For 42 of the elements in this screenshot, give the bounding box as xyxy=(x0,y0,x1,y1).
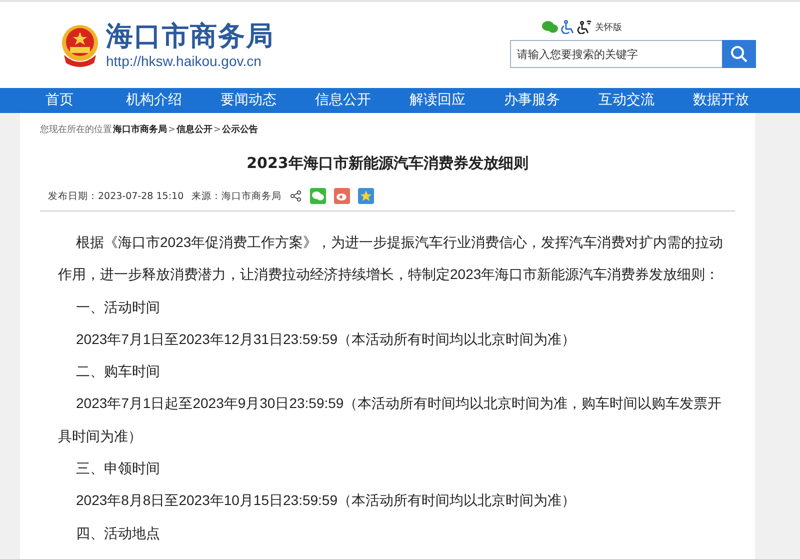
nav-link[interactable]: 信息公开 xyxy=(296,88,390,113)
wheelchair-icon[interactable] xyxy=(561,20,574,34)
chat-icon[interactable] xyxy=(542,21,558,33)
eye-logo-icon xyxy=(336,191,348,201)
wheelchair-sound-icon[interactable] xyxy=(577,20,592,34)
chat-icon xyxy=(312,191,324,201)
site-url: http://hksw.haikou.gov.cn xyxy=(106,53,262,69)
qzone-share-button[interactable] xyxy=(358,188,374,204)
article-paragraph: 四、活动地点 xyxy=(75,524,161,543)
nav-link[interactable]: 办事服务 xyxy=(484,88,579,113)
nav-link[interactable]: 互动交流 xyxy=(579,88,674,113)
national-emblem-icon xyxy=(60,23,100,67)
article-title: 2023年海口市新能源汽车消费券发放细则 xyxy=(246,154,530,173)
nav-link[interactable]: 首页 xyxy=(12,88,106,113)
nav-link[interactable]: 机构介绍 xyxy=(106,88,201,113)
article-paragraph: 二、购车时间 xyxy=(75,362,161,382)
nav-link[interactable]: 要闻动态 xyxy=(201,88,296,113)
nav-link[interactable]: 解读回应 xyxy=(390,88,484,113)
article-source: 来源：海口市商务局 xyxy=(192,190,282,202)
breadcrumb-link[interactable]: 海口市商务局 xyxy=(113,123,167,136)
site-name: 海口市商务局 xyxy=(106,21,274,53)
article-paragraph: 三、申领时间 xyxy=(75,459,161,478)
search-icon xyxy=(730,45,748,63)
weibo-share-button[interactable] xyxy=(334,188,350,204)
star-icon xyxy=(360,190,372,202)
breadcrumb-separator: > xyxy=(214,124,222,134)
article-paragraph: 2023年7月1日至2023年12月31日23:59:59（本活动所有时间均以北京时间为准） xyxy=(75,330,577,349)
search-field[interactable]: 请输入您要搜索的关键字 xyxy=(510,40,722,68)
article-paragraph: 2023年8月8日至2023年10月15日23:59:59（本活动所有时间均以北京时间为准） xyxy=(75,491,577,510)
care-mode-link[interactable]: 关怀版 xyxy=(595,20,622,34)
article-paragraph: 一、活动时间 xyxy=(75,298,161,317)
article-paragraph: 2023年7月1日起至2023年9月30日23:59:59（本活动所有时间均以北京时间为准，购车时间以购车发票开具时间为准） xyxy=(58,394,723,446)
wechat-share-button[interactable] xyxy=(310,188,326,204)
breadcrumb-link[interactable]: 信息公开 xyxy=(176,123,213,136)
search-button[interactable] xyxy=(722,40,756,68)
breadcrumb-prefix: 您现在所在的位置 xyxy=(40,124,112,136)
nav-link[interactable]: 数据开放 xyxy=(674,88,768,113)
breadcrumb-separator: > xyxy=(168,124,176,134)
publish-date: 发布日期：2023-07-28 15:10 xyxy=(48,190,184,202)
share-icon[interactable] xyxy=(290,190,302,202)
breadcrumb-link[interactable]: 公示公告 xyxy=(222,123,258,136)
article-paragraph: 根据《海口市2023年促消费工作方案》，为进一步提振汽车行业消费信心，发挥汽车消费对扩内需的拉动作用，进一步释放消费潜力，让消费拉动经济持续增长，特制定2023年海口市新能源汽车消费券发放细则： xyxy=(58,233,724,284)
